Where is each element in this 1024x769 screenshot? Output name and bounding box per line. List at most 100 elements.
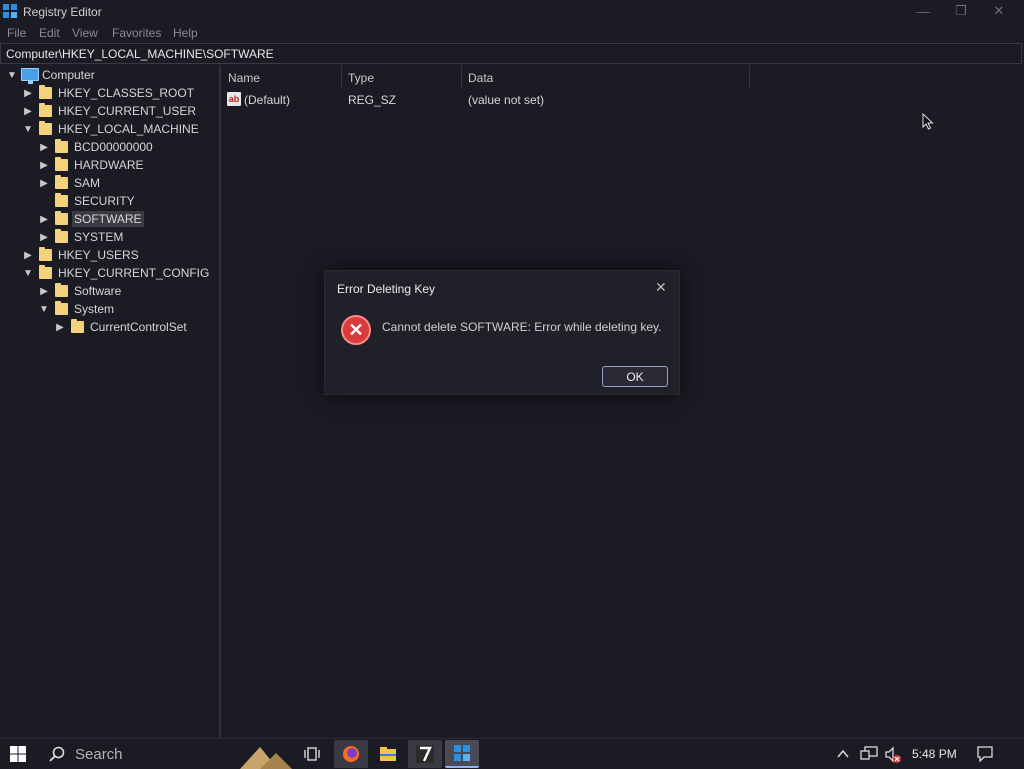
tree-item-label: SECURITY bbox=[74, 194, 135, 208]
file-explorer-icon bbox=[380, 747, 396, 761]
taskbar: Search 5:48 PM bbox=[0, 738, 1024, 769]
tree-item-label: HKEY_LOCAL_MACHINE bbox=[58, 122, 199, 136]
registry-editor-icon bbox=[3, 4, 17, 18]
computer-icon bbox=[21, 68, 39, 84]
maximize-button[interactable]: ❐ bbox=[942, 0, 980, 22]
mouse-pointer-icon bbox=[922, 113, 934, 130]
value-name[interactable]: (Default) bbox=[244, 93, 290, 107]
firefox-taskbar-button[interactable] bbox=[334, 740, 368, 768]
error-icon: ✕ bbox=[341, 315, 371, 345]
tree-item-config-software[interactable]: Software bbox=[72, 282, 123, 300]
tree-item-security[interactable]: SECURITY bbox=[72, 192, 137, 210]
tree-item-label: HKEY_CLASSES_ROOT bbox=[58, 86, 195, 100]
menu-edit[interactable]: Edit bbox=[39, 26, 60, 40]
menu-favorites[interactable]: Favorites bbox=[112, 26, 161, 40]
chevron-right-icon[interactable]: ▶ bbox=[55, 322, 65, 333]
tree-item-computer[interactable]: Computer bbox=[40, 66, 97, 84]
tree-item-config-system[interactable]: System bbox=[72, 300, 116, 318]
string-value-icon: ab bbox=[227, 92, 241, 106]
tree-item-hkey-local-machine[interactable]: HKEY_LOCAL_MACHINE bbox=[56, 120, 201, 138]
chevron-down-icon[interactable]: ▼ bbox=[39, 304, 49, 315]
chevron-right-icon[interactable]: ▶ bbox=[39, 232, 49, 243]
tree-item-label: CurrentControlSet bbox=[90, 320, 187, 334]
chevron-down-icon[interactable]: ▼ bbox=[23, 124, 33, 135]
column-divider[interactable] bbox=[461, 65, 462, 89]
chevron-right-icon[interactable]: ▶ bbox=[39, 160, 49, 171]
chevron-right-icon[interactable]: ▶ bbox=[23, 88, 33, 99]
system-clock[interactable]: 5:48 PM bbox=[912, 747, 957, 761]
chevron-right-icon[interactable]: ▶ bbox=[39, 214, 49, 225]
tree-item-hkey-current-user[interactable]: HKEY_CURRENT_USER bbox=[56, 102, 198, 120]
column-divider[interactable] bbox=[341, 65, 342, 89]
value-data: (value not set) bbox=[468, 93, 545, 107]
tree-item-hardware[interactable]: HARDWARE bbox=[72, 156, 146, 174]
tree-item-hkey-users[interactable]: HKEY_USERS bbox=[56, 246, 141, 264]
pyramids-search-highlight-icon bbox=[240, 747, 292, 769]
folder-icon bbox=[39, 265, 52, 279]
tree-item-label: HARDWARE bbox=[74, 158, 144, 172]
firefox-icon bbox=[343, 746, 359, 762]
windows-start-icon[interactable] bbox=[10, 746, 26, 762]
column-divider[interactable] bbox=[749, 65, 750, 89]
tree-item-currentcontrolset[interactable]: CurrentControlSet bbox=[88, 318, 189, 336]
folder-icon bbox=[55, 229, 68, 243]
folder-icon bbox=[55, 139, 68, 153]
chevron-up-icon[interactable] bbox=[836, 748, 850, 760]
folder-icon bbox=[39, 121, 52, 135]
address-path: Computer\HKEY_LOCAL_MACHINE\SOFTWARE bbox=[6, 47, 274, 61]
title-bar: Registry Editor — ❐ ✕ bbox=[0, 0, 1024, 22]
tree-item-label: SOFTWARE bbox=[72, 211, 144, 227]
tree-item-hkey-current-config[interactable]: HKEY_CURRENT_CONFIG bbox=[56, 264, 211, 282]
chevron-right-icon[interactable]: ▶ bbox=[39, 178, 49, 189]
close-button[interactable]: ✕ bbox=[980, 0, 1018, 22]
tree-item-hkey-classes-root[interactable]: HKEY_CLASSES_ROOT bbox=[56, 84, 196, 102]
search-icon[interactable] bbox=[49, 746, 65, 762]
error-dialog: Error Deleting Key ✕ ✕ Cannot delete SOF… bbox=[324, 270, 680, 395]
search-box[interactable]: Search bbox=[75, 746, 123, 763]
column-header-type[interactable]: Type bbox=[348, 71, 374, 85]
registry-editor-taskbar-button[interactable] bbox=[445, 740, 479, 768]
tree-item-label: HKEY_CURRENT_USER bbox=[58, 104, 197, 118]
notification-icon[interactable] bbox=[976, 746, 994, 762]
folder-icon bbox=[55, 175, 68, 189]
folder-icon bbox=[55, 283, 68, 297]
ok-button[interactable]: OK bbox=[602, 366, 668, 387]
values-list: Name Type Data ab (Default) REG_SZ (valu… bbox=[221, 65, 1022, 738]
tree-item-system[interactable]: SYSTEM bbox=[72, 228, 125, 246]
folder-icon bbox=[39, 85, 52, 99]
folder-icon bbox=[71, 319, 84, 333]
chevron-down-icon[interactable]: ▼ bbox=[23, 268, 33, 279]
chevron-right-icon[interactable]: ▶ bbox=[23, 250, 33, 261]
minimize-button[interactable]: — bbox=[904, 0, 942, 22]
menu-help[interactable]: Help bbox=[173, 26, 198, 40]
chevron-right-icon[interactable]: ▶ bbox=[39, 142, 49, 153]
folder-icon bbox=[55, 211, 68, 225]
network-icon[interactable] bbox=[860, 746, 878, 762]
column-header-data[interactable]: Data bbox=[468, 71, 493, 85]
tree-item-label: SAM bbox=[74, 176, 101, 190]
tree-item-software[interactable]: SOFTWARE bbox=[72, 210, 144, 228]
folder-icon bbox=[55, 157, 68, 171]
menu-view[interactable]: View bbox=[72, 26, 98, 40]
registry-editor-icon bbox=[454, 745, 470, 761]
7zip-taskbar-button[interactable] bbox=[408, 740, 442, 768]
tree-item-label: Computer bbox=[42, 68, 95, 82]
tree-item-sam[interactable]: SAM bbox=[72, 174, 102, 192]
tree-item-label: BCD00000000 bbox=[74, 140, 153, 154]
column-header-name[interactable]: Name bbox=[228, 71, 260, 85]
file-explorer-taskbar-button[interactable] bbox=[371, 740, 405, 768]
chevron-right-icon[interactable]: ▶ bbox=[39, 286, 49, 297]
chevron-right-icon[interactable]: ▶ bbox=[23, 106, 33, 117]
tree-item-label: Software bbox=[74, 284, 122, 298]
dialog-close-icon[interactable]: ✕ bbox=[655, 279, 667, 296]
menu-file[interactable]: File bbox=[7, 26, 26, 40]
chevron-down-icon[interactable]: ▼ bbox=[7, 70, 17, 81]
volume-muted-icon[interactable] bbox=[884, 746, 902, 764]
dialog-title: Error Deleting Key bbox=[337, 282, 436, 296]
folder-icon bbox=[39, 247, 52, 261]
tree-item-bcd00000000[interactable]: BCD00000000 bbox=[72, 138, 155, 156]
address-bar[interactable]: Computer\HKEY_LOCAL_MACHINE\SOFTWARE bbox=[0, 43, 1022, 64]
task-view-icon[interactable] bbox=[304, 746, 320, 762]
folder-icon bbox=[55, 193, 68, 207]
window-title: Registry Editor bbox=[23, 5, 102, 19]
